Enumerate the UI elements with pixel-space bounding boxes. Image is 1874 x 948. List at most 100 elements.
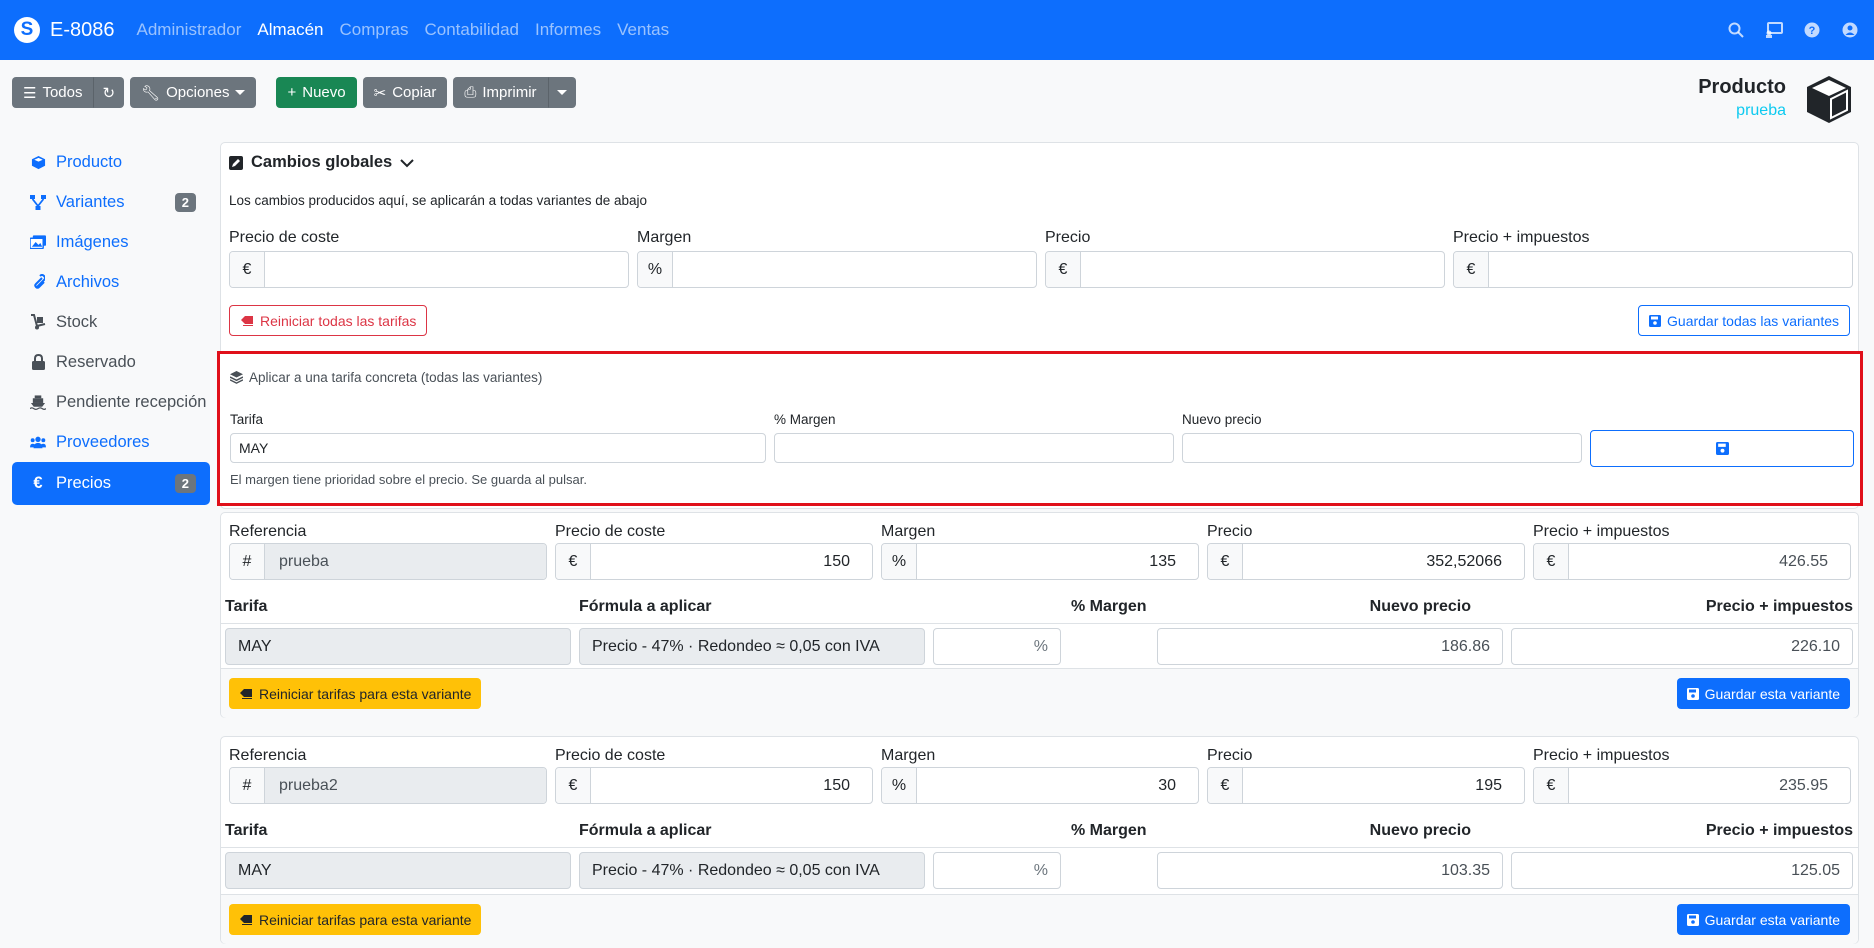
- price-tax-value: 426.55: [1779, 552, 1828, 570]
- sidebar-item-imagenes[interactable]: Imágenes: [12, 222, 210, 262]
- eraser-icon: [240, 689, 252, 699]
- imprimir-dropdown[interactable]: [547, 77, 576, 108]
- rate-price-tax-input[interactable]: 226.10: [1511, 628, 1853, 665]
- th-tarifa: Tarifa: [225, 822, 268, 839]
- sidebar-item-precios[interactable]: € Precios 2: [12, 462, 210, 505]
- th-price-tax: Precio + impuestos: [1705, 822, 1853, 839]
- reset-variant-button[interactable]: Reiniciar tarifas para esta variante: [229, 678, 482, 709]
- hash-icon: #: [230, 768, 265, 803]
- tarifa-select[interactable]: MAY: [230, 433, 766, 463]
- count-badge: 2: [174, 474, 196, 493]
- sidebar-label: Reservado: [56, 352, 136, 371]
- cost-field: Precio de coste €150: [555, 747, 873, 804]
- global-margin-field: Margen %: [637, 229, 1037, 288]
- sidebar-item-proveedores[interactable]: Proveedores: [12, 422, 210, 462]
- reset-variant-label: Reiniciar tarifas para esta variante: [259, 911, 472, 928]
- field-label: Precio + impuestos: [1533, 747, 1670, 764]
- todos-button[interactable]: ☰ Todos: [12, 77, 94, 108]
- price-tax-field: Precio + impuestos €235.95: [1533, 747, 1851, 804]
- tariff-new-price-input[interactable]: [1182, 433, 1582, 463]
- global-cost-input[interactable]: €: [229, 251, 629, 288]
- nav-compras[interactable]: Compras: [340, 20, 409, 40]
- imprimir-label: Imprimir: [482, 84, 537, 101]
- rate-new-price-input[interactable]: 186.86: [1157, 628, 1503, 665]
- margin-label: % Margen: [774, 412, 836, 427]
- cost-input[interactable]: €150: [555, 543, 873, 580]
- page-header: Producto prueba: [1698, 74, 1854, 124]
- euro-addon: €: [1208, 544, 1243, 579]
- copiar-label: Copiar: [392, 84, 437, 101]
- reset-variant-button[interactable]: Reiniciar tarifas para esta variante: [229, 904, 482, 935]
- reference-field: Referencia # prueba: [229, 523, 547, 580]
- global-price-tax-input[interactable]: €: [1453, 251, 1853, 288]
- imprimir-button[interactable]: ⎙ Imprimir: [453, 77, 548, 108]
- global-price-input[interactable]: €: [1045, 251, 1445, 288]
- search-icon[interactable]: [1726, 20, 1746, 40]
- margin-input[interactable]: % 30: [881, 767, 1199, 804]
- sidebar-item-pendiente[interactable]: Pendiente recepción: [12, 382, 210, 422]
- margin-input[interactable]: % 135: [881, 543, 1199, 580]
- sidebar-item-stock[interactable]: Stock: [12, 302, 210, 342]
- rate-margin-input[interactable]: %: [933, 628, 1061, 665]
- nuevo-button[interactable]: + Nuevo: [276, 77, 357, 108]
- plus-icon: +: [287, 84, 297, 101]
- reset-all-tariffs-button[interactable]: Reiniciar todas las tarifas: [229, 305, 428, 336]
- opciones-button[interactable]: 🔧︎ Opciones: [130, 77, 257, 108]
- save-all-variants-button[interactable]: Guardar todas las variantes: [1638, 305, 1850, 336]
- nav-ventas[interactable]: Ventas: [617, 20, 669, 40]
- rate-margin-input[interactable]: %: [933, 852, 1061, 889]
- save-variant-button[interactable]: Guardar esta variante: [1676, 904, 1850, 935]
- price-field: Precio €195: [1207, 747, 1525, 804]
- nav-contabilidad[interactable]: Contabilidad: [424, 20, 519, 40]
- tariff-margin-input[interactable]: [774, 433, 1174, 463]
- global-changes-header[interactable]: Cambios globales: [229, 153, 414, 172]
- company-name[interactable]: E-8086: [50, 19, 115, 42]
- copiar-button[interactable]: ✂ Copiar: [362, 77, 448, 108]
- variant-card: Referencia # prueba2 Precio de coste €150…: [220, 736, 1859, 944]
- field-label: Precio: [1207, 747, 1253, 764]
- th-margin: % Margen: [1071, 822, 1147, 839]
- table-divider: [221, 847, 1858, 848]
- margin-value: 30: [1158, 776, 1176, 794]
- global-changes-description: Los cambios producidos aquí, se aplicará…: [229, 193, 648, 208]
- tariff-save-button[interactable]: [1590, 430, 1854, 467]
- rate-tarifa: MAY: [225, 852, 571, 889]
- save-variant-button[interactable]: Guardar esta variante: [1676, 678, 1850, 709]
- sidebar-item-producto[interactable]: Producto: [12, 142, 210, 182]
- sidebar-label: Stock: [56, 312, 98, 331]
- price-input[interactable]: €195: [1207, 767, 1525, 804]
- price-value: 352,52066: [1426, 552, 1502, 570]
- global-margin-input[interactable]: %: [637, 251, 1037, 288]
- price-tax-input[interactable]: €235.95: [1533, 767, 1851, 804]
- rate-price-tax-input[interactable]: 125.05: [1511, 852, 1853, 889]
- euro-addon: €: [556, 768, 591, 803]
- sidebar-label: Pendiente recepción: [56, 392, 207, 411]
- chalkboard-user-icon[interactable]: [1764, 20, 1784, 40]
- refresh-button[interactable]: ↻: [93, 77, 125, 108]
- reference-input: # prueba2: [229, 767, 547, 804]
- price-tax-input[interactable]: €426.55: [1533, 543, 1851, 580]
- price-input[interactable]: €352,52066: [1207, 543, 1525, 580]
- help-icon[interactable]: ?: [1802, 20, 1822, 40]
- app-logo-icon[interactable]: S: [14, 17, 40, 43]
- sitemap-icon: [30, 194, 46, 210]
- cost-input[interactable]: €150: [555, 767, 873, 804]
- global-changes-card: Cambios globales Los cambios producidos …: [217, 142, 1863, 509]
- field-label: Precio de coste: [555, 747, 666, 764]
- nav-almacen[interactable]: Almacén: [257, 20, 323, 40]
- sidebar-item-archivos[interactable]: Archivos: [12, 262, 210, 302]
- margin-value: 135: [1149, 552, 1176, 570]
- euro-addon: €: [556, 544, 591, 579]
- tarifa-label: Tarifa: [230, 412, 264, 427]
- cube-icon: [30, 154, 46, 170]
- nav-informes[interactable]: Informes: [535, 20, 601, 40]
- refresh-icon: ↻: [102, 84, 116, 102]
- nav-administrador[interactable]: Administrador: [137, 20, 242, 40]
- toolbar: ☰ Todos ↻ 🔧︎ Opciones + Nuevo ✂ Copiar ⎙…: [12, 77, 576, 108]
- reset-variant-label: Reiniciar tarifas para esta variante: [259, 685, 472, 702]
- rate-new-price-input[interactable]: 103.35: [1157, 852, 1503, 889]
- user-circle-icon[interactable]: [1840, 20, 1860, 40]
- sidebar-item-reservado[interactable]: Reservado: [12, 342, 210, 382]
- sidebar-item-variantes[interactable]: Variantes 2: [12, 182, 210, 222]
- price-value: 195: [1475, 776, 1502, 794]
